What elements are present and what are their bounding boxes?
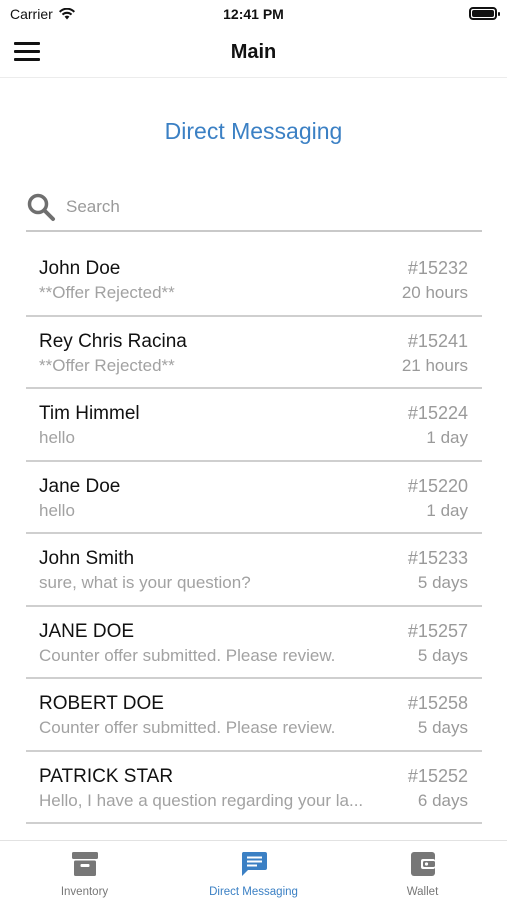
offer-id: #15252 [407, 765, 468, 786]
menu-button[interactable] [14, 42, 42, 64]
message-preview: hello [39, 500, 75, 520]
offer-id: #15257 [407, 620, 468, 641]
list-item[interactable]: PATRICK STAR Hello, I have a question re… [26, 752, 482, 824]
tab-direct-messaging[interactable]: Direct Messaging [169, 841, 338, 900]
message-preview: **Offer Rejected** [39, 283, 175, 302]
offer-id: #15232 [407, 258, 468, 278]
list-item[interactable]: John Doe **Offer Rejected** #15232 20 ho… [26, 244, 482, 317]
message-preview: hello [39, 428, 75, 447]
message-age: 6 days [417, 790, 468, 810]
contact-name: PATRICK STAR [39, 765, 174, 787]
message-preview: Counter offer submitted. Please review. [39, 718, 336, 737]
message-preview: Counter offer submitted. Please review. [39, 645, 336, 665]
message-list: John Doe **Offer Rejected** #15232 20 ho… [26, 244, 482, 824]
wallet-icon [410, 852, 435, 876]
contact-name: John Doe [39, 258, 121, 279]
list-item[interactable]: John Smith sure, what is your question? … [26, 534, 482, 607]
message-age: 5 days [417, 573, 468, 592]
search-input[interactable] [66, 194, 466, 220]
list-item[interactable]: Tim Himmel hello #15224 1 day [26, 389, 482, 462]
list-item[interactable]: Rey Chris Racina **Offer Rejected** #152… [26, 317, 482, 389]
tab-wallet[interactable]: Wallet [338, 841, 507, 900]
offer-id: #15258 [407, 693, 468, 713]
search-bar [26, 188, 482, 232]
hamburger-menu-icon [14, 42, 42, 61]
search-icon [27, 193, 55, 221]
tab-inventory[interactable]: Inventory [0, 841, 169, 900]
clock: 12:41 PM [223, 6, 284, 22]
message-preview: **Offer Rejected** [39, 355, 175, 375]
list-item[interactable]: ROBERT DOE Counter offer submitted. Plea… [26, 679, 482, 752]
contact-name: John Smith [39, 548, 135, 569]
navigation-bar: Main [0, 28, 507, 78]
contact-name: JANE DOE [39, 620, 135, 642]
offer-id: #15220 [407, 475, 468, 496]
message-age: 1 day [426, 500, 468, 520]
message-age: 5 days [417, 718, 468, 737]
message-preview: Hello, I have a question regarding your … [39, 790, 364, 810]
message-age: 21 hours [401, 355, 468, 375]
archive-box-icon [71, 852, 98, 876]
message-age: 20 hours [401, 283, 468, 302]
offer-id: #15224 [407, 403, 468, 423]
message-age: 5 days [417, 645, 468, 665]
tab-label: Direct Messaging [209, 886, 298, 898]
list-item[interactable]: Jane Doe hello #15220 1 day [26, 462, 482, 534]
contact-name: Jane Doe [39, 475, 121, 497]
tab-bar: Inventory Direct Messaging Wallet [0, 840, 507, 900]
chat-message-icon [241, 852, 267, 876]
status-bar: Carrier 12:41 PM [0, 0, 507, 28]
tab-label: Wallet [406, 886, 439, 898]
contact-name: Rey Chris Racina [39, 330, 187, 352]
message-age: 1 day [426, 428, 468, 447]
page-heading: Direct Messaging [164, 118, 343, 144]
contact-name: ROBERT DOE [39, 693, 164, 714]
list-item[interactable]: JANE DOE Counter offer submitted. Please… [26, 607, 482, 679]
nav-title: Main [230, 41, 277, 63]
tab-label: Inventory [60, 886, 109, 898]
offer-id: #15241 [407, 330, 468, 351]
battery-icon [469, 7, 500, 20]
offer-id: #15233 [407, 548, 468, 568]
contact-name: Tim Himmel [39, 403, 140, 424]
message-preview: sure, what is your question? [39, 573, 251, 592]
